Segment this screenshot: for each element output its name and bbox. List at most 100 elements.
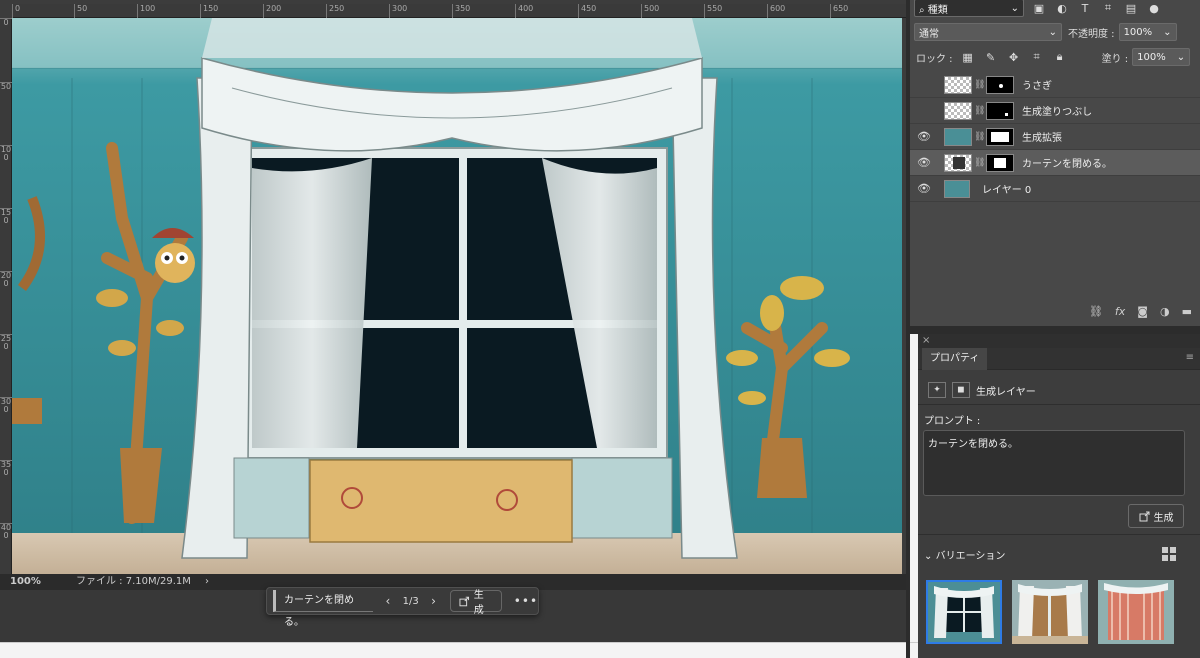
layer-row-generative-fill[interactable]: ⛓ 生成塗りつぶし <box>910 98 1200 124</box>
layer-name[interactable]: うさぎ <box>1022 77 1052 92</box>
layer-name[interactable]: レイヤー 0 <box>982 181 1031 196</box>
image-canvas[interactable] <box>12 18 902 574</box>
ruler-tick: 150 <box>0 208 12 225</box>
taskbar-generate-label: 生成 <box>473 590 484 616</box>
ruler-tick: 50 <box>0 82 12 91</box>
layer-name[interactable]: 生成拡張 <box>1022 129 1062 144</box>
chevron-down-icon: ⌄ <box>1176 51 1186 63</box>
layer-row-usagi[interactable]: ⛓ うさぎ <box>910 72 1200 98</box>
blend-row: 通常 ⌄ 不透明度 : 100% ⌄ <box>910 23 1200 41</box>
properties-tabbar: プロパティ ≡ <box>918 348 1200 370</box>
add-mask-icon[interactable]: ◙ <box>1137 305 1148 318</box>
chevron-down-icon: ⌄ <box>1048 26 1057 38</box>
horizontal-ruler: 0 50 100 150 200 250 300 350 400 450 500… <box>12 4 906 18</box>
layer-filter-select[interactable]: ⌕ 種類 ⌄ <box>914 0 1024 17</box>
lock-all-icon[interactable]: 🔒︎ <box>1052 50 1068 64</box>
link-icon[interactable]: ⛓ <box>974 158 985 168</box>
fill-label: 塗り : <box>1101 53 1129 65</box>
link-icon[interactable]: ⛓ <box>974 80 985 90</box>
opacity-label: 不透明度 : <box>1068 28 1115 40</box>
ruler-tick: 300 <box>0 397 12 414</box>
status-menu-arrow[interactable]: › <box>205 574 209 590</box>
prompt-textarea[interactable]: カーテンを閉める。 <box>923 430 1185 496</box>
filter-toggle-icon[interactable]: ● <box>1146 1 1162 15</box>
layer-mask-thumbnail[interactable] <box>986 75 1014 94</box>
folder-icon[interactable]: ▬ <box>1182 305 1192 318</box>
pixel-filter-icon[interactable]: ▣ <box>1031 1 1047 15</box>
more-options-button[interactable]: ••• <box>514 594 538 608</box>
tab-properties[interactable]: プロパティ <box>922 348 988 370</box>
blend-mode-value: 通常 <box>919 28 939 40</box>
ruler-tick: 350 <box>0 460 12 477</box>
ruler-tick: 400 <box>515 4 533 18</box>
shape-filter-icon[interactable]: ⌗ <box>1100 1 1116 15</box>
layer-row-close-curtain[interactable]: 👁︎ ⛓ カーテンを閉める。 <box>910 150 1200 176</box>
eye-icon[interactable]: 👁︎ <box>916 130 932 143</box>
type-filter-icon[interactable]: T <box>1077 1 1093 15</box>
document-window: 0 50 100 150 200 250 300 350 400 450 500… <box>0 0 906 590</box>
search-icon: ⌕ <box>919 4 925 16</box>
adjustment-layer-icon[interactable]: ◑ <box>1160 305 1170 318</box>
divider <box>918 404 1200 405</box>
lock-row: ロック : ▦ ✎ ✥ ⌗ 🔒︎ 塗り : 100% ⌄ <box>910 48 1200 66</box>
previous-variation-button[interactable]: ‹ <box>381 594 394 608</box>
lock-artboard-icon[interactable]: ⌗ <box>1029 50 1045 64</box>
opacity-field[interactable]: 100% ⌄ <box>1118 23 1177 41</box>
next-variation-button[interactable]: › <box>427 594 440 608</box>
layer-row-layer-0[interactable]: 👁︎ レイヤー 0 <box>910 176 1200 202</box>
ruler-tick: 50 <box>74 4 87 18</box>
lock-image-icon[interactable]: ✎ <box>983 50 999 64</box>
layer-thumbnail <box>944 179 970 198</box>
fill-field[interactable]: 100% ⌄ <box>1132 48 1191 66</box>
variation-thumbnail-1[interactable] <box>926 580 1002 644</box>
generate-icon <box>459 596 470 606</box>
canvas-artwork <box>12 18 902 574</box>
link-icon[interactable]: ⛓ <box>974 106 985 116</box>
panel-divider[interactable] <box>910 326 1200 334</box>
ruler-tick: 300 <box>389 4 407 18</box>
lock-transparent-icon[interactable]: ▦ <box>960 50 976 64</box>
layer-mask-thumbnail[interactable] <box>986 153 1014 172</box>
lock-position-icon[interactable]: ✥ <box>1006 50 1022 64</box>
layer-name[interactable]: 生成塗りつぶし <box>1022 103 1092 118</box>
mask-icon: ◼ <box>952 382 970 398</box>
ruler-tick: 600 <box>767 4 785 18</box>
blend-mode-select[interactable]: 通常 ⌄ <box>914 23 1062 41</box>
layer-name[interactable]: カーテンを閉める。 <box>1022 155 1112 170</box>
link-layers-icon[interactable]: ⛓ <box>1089 305 1103 318</box>
close-icon[interactable]: × <box>922 335 930 346</box>
ruler-tick: 0 <box>12 4 20 18</box>
visibility-toggle-off[interactable] <box>916 78 932 91</box>
layer-row-generative-expand[interactable]: 👁︎ ⛓ 生成拡張 <box>910 124 1200 150</box>
taskbar-generate-button[interactable]: 生成 <box>450 590 502 616</box>
eye-icon[interactable]: 👁︎ <box>916 156 932 169</box>
divider <box>918 534 1200 535</box>
fx-icon[interactable]: fx <box>1115 305 1125 318</box>
variations-section-toggle[interactable]: ⌄ バリエーション <box>924 547 1005 562</box>
ruler-tick: 250 <box>326 4 344 18</box>
generate-button[interactable]: 生成 <box>1128 504 1184 528</box>
layer-type-label: 生成レイヤー <box>976 386 1036 398</box>
taskbar-prompt-field[interactable]: カーテンを閉める。 <box>273 590 374 628</box>
ruler-tick: 650 <box>830 4 848 18</box>
eye-icon[interactable]: 👁︎ <box>916 182 932 195</box>
lock-label: ロック : <box>916 53 953 65</box>
layer-mask-thumbnail[interactable] <box>986 101 1014 120</box>
grid-view-icon[interactable] <box>1162 547 1176 561</box>
link-icon[interactable]: ⛓ <box>974 132 985 142</box>
visibility-toggle-off[interactable] <box>916 104 932 117</box>
variation-thumbnail-2[interactable] <box>1012 580 1088 644</box>
smart-object-filter-icon[interactable]: ▤ <box>1123 1 1139 15</box>
zoom-level[interactable]: 100% <box>10 574 41 590</box>
variation-thumbnail-3[interactable] <box>1098 580 1174 644</box>
ruler-tick: 0 <box>0 18 12 27</box>
layer-mask-thumbnail[interactable] <box>986 127 1014 146</box>
panel-menu-icon[interactable]: ≡ <box>1186 352 1194 363</box>
layer-thumbnail <box>944 101 972 120</box>
file-info: ファイル : 7.10M/29.1M <box>76 576 191 587</box>
variation-counter: 1/3 <box>402 595 419 607</box>
adjustment-filter-icon[interactable]: ◐ <box>1054 1 1070 15</box>
generative-layer-icon: ✦ <box>928 382 946 398</box>
ruler-tick: 100 <box>137 4 155 18</box>
ruler-tick: 150 <box>200 4 218 18</box>
